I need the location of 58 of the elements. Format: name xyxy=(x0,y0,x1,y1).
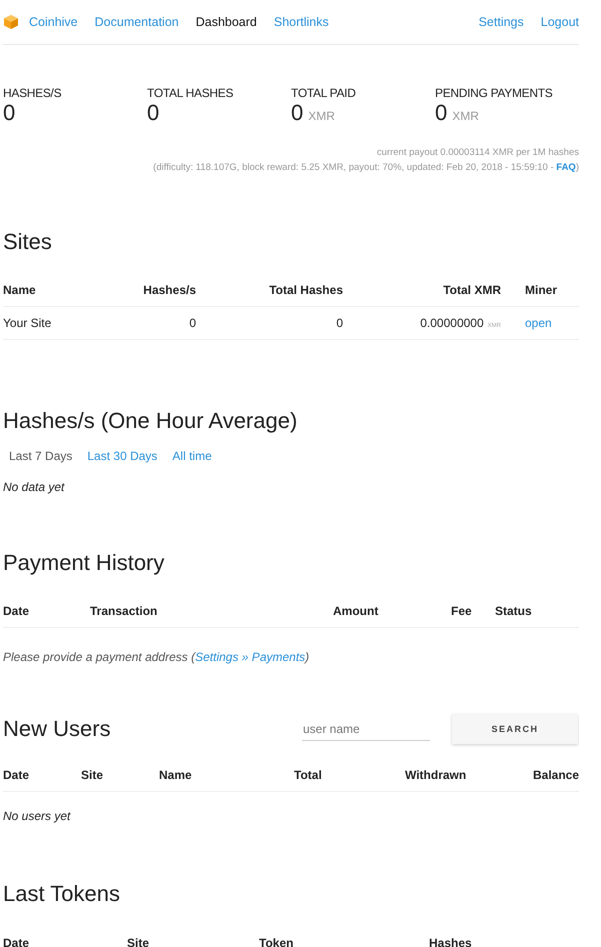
column-header: Site xyxy=(127,936,150,947)
range-tab[interactable]: Last 30 Days xyxy=(87,449,158,463)
column-header: Date xyxy=(3,936,30,947)
column-header: Total XMR xyxy=(442,282,501,296)
table-cell-text: 0 xyxy=(335,316,343,330)
search-button[interactable]: SEARCH xyxy=(452,714,578,744)
nav-link[interactable]: Documentation xyxy=(94,15,179,29)
faq-link[interactable]: FAQ xyxy=(556,162,576,173)
nav-link[interactable]: Settings xyxy=(478,15,524,29)
cube-logo-icon xyxy=(3,14,19,30)
table-cell: 0.00000000 xyxy=(420,316,484,330)
stat-label: PENDING PAYMENTS xyxy=(435,86,554,100)
open-link[interactable]: open xyxy=(525,316,552,330)
table-cell-text: Your Site xyxy=(3,316,52,330)
nav-link[interactable]: Shortlinks xyxy=(274,15,329,29)
column-header: Token xyxy=(259,936,294,947)
payout-text: current payout 0.00003114 XMR per 1M hashes xyxy=(376,146,579,160)
range-tab[interactable]: Last 7 Days xyxy=(9,449,72,463)
stat-label: TOTAL PAID xyxy=(291,86,357,100)
payment-note: Please provide a payment address (Settings » Payments) xyxy=(3,650,310,664)
section-heading: Payment History xyxy=(3,549,166,577)
column-header: Hashes/s xyxy=(142,282,196,296)
column-header: Date xyxy=(3,768,30,782)
section-heading: Hashes/s (One Hour Average) xyxy=(3,407,298,435)
stat-label: TOTAL HASHES xyxy=(147,86,234,100)
stat-unit: XMR xyxy=(308,108,335,125)
section-heading: Last Tokens xyxy=(3,880,122,908)
column-header: Total Hashes xyxy=(268,282,343,296)
stat-label: HASHES/S xyxy=(3,86,62,100)
range-tab[interactable]: All time xyxy=(172,449,212,463)
column-header: Name xyxy=(159,768,193,782)
column-header: Withdrawn xyxy=(405,768,468,782)
stat-value: 0 xyxy=(291,100,304,126)
column-header: Hashes xyxy=(429,936,473,947)
nav-link[interactable]: Dashboard xyxy=(196,15,257,29)
column-header: Site xyxy=(81,768,104,782)
empty-message: No data yet xyxy=(3,480,66,494)
nav-link[interactable]: Logout xyxy=(540,15,579,29)
column-header: Date xyxy=(3,604,30,618)
stat-unit: XMR xyxy=(452,108,479,125)
column-header: Total xyxy=(294,768,323,782)
brand-link[interactable]: Coinhive xyxy=(29,15,78,29)
column-header: Miner xyxy=(524,282,558,296)
stat-value: 0 xyxy=(3,100,16,126)
section-heading: New Users xyxy=(3,715,112,743)
table-cell-text: 0 xyxy=(188,316,196,330)
stat-value: 0 xyxy=(435,100,448,126)
column-header: Status xyxy=(495,604,533,618)
column-header: Balance xyxy=(533,768,579,782)
payout-details: (difficulty: 118.107G, block reward: 5.25 XMR, payout: 70%, updated: Feb 20, 2018 - 15:59:10 - FAQ) xyxy=(152,161,579,175)
column-header: Transaction xyxy=(90,604,158,618)
empty-message: No users yet xyxy=(3,809,72,823)
column-header: Name xyxy=(3,282,37,296)
column-header: Fee xyxy=(451,604,473,618)
column-header: Amount xyxy=(333,604,380,618)
section-heading: Sites xyxy=(3,228,53,256)
settings-link[interactable]: Settings » Payments xyxy=(195,650,306,664)
stat-value: 0 xyxy=(147,100,160,126)
